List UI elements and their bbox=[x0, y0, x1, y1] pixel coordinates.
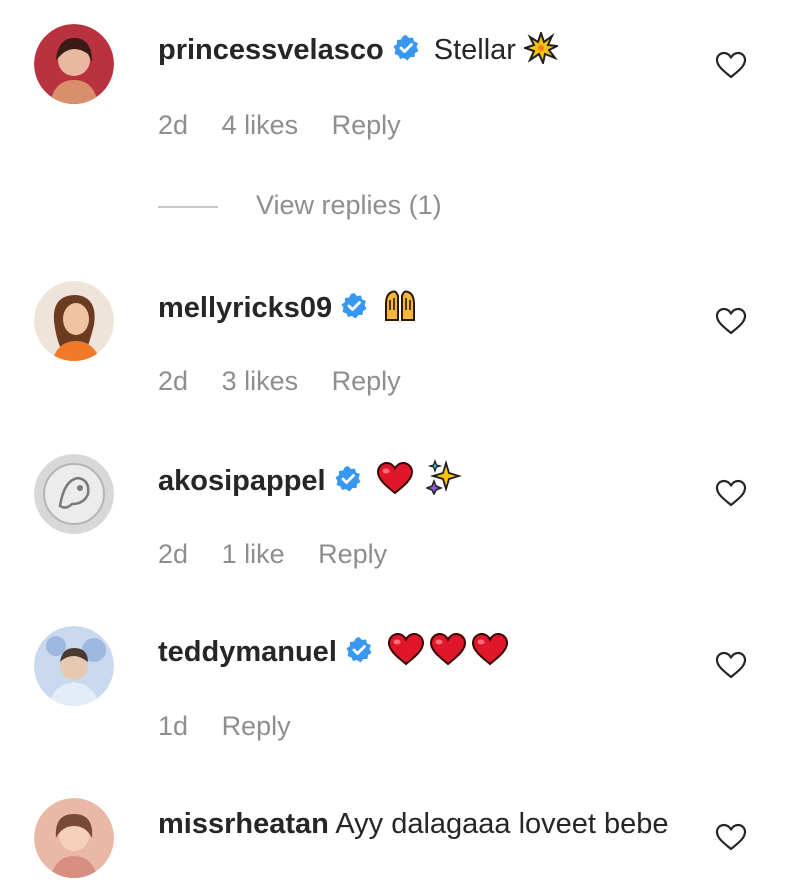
avatar[interactable] bbox=[34, 281, 114, 361]
username[interactable]: akosipappel bbox=[158, 465, 326, 497]
comment-time: 1d bbox=[158, 711, 189, 741]
replies-divider bbox=[158, 205, 218, 208]
comment-time: 2d bbox=[158, 366, 189, 396]
comment-time: 2d bbox=[158, 110, 189, 140]
comment-text: Stellar bbox=[433, 34, 516, 66]
like-count[interactable]: 1 like bbox=[222, 539, 285, 569]
like-count[interactable]: 3 likes bbox=[222, 366, 299, 396]
view-replies-label: View replies (1) bbox=[256, 190, 442, 220]
red-heart-emoji-icon bbox=[429, 632, 467, 666]
verified-badge-icon bbox=[340, 292, 368, 320]
username[interactable]: missrheatan bbox=[158, 808, 329, 840]
comment-time: 2d bbox=[158, 539, 189, 569]
like-heart-icon[interactable] bbox=[714, 306, 748, 336]
comment-text: Ayy dalagaaa loveet bebe bbox=[335, 808, 669, 840]
like-heart-icon[interactable] bbox=[714, 650, 748, 680]
like-heart-icon[interactable] bbox=[714, 50, 748, 80]
red-heart-emoji-icon bbox=[387, 632, 425, 666]
reply-button[interactable]: Reply bbox=[222, 711, 291, 741]
verified-badge-icon bbox=[345, 636, 373, 664]
like-heart-icon[interactable] bbox=[714, 822, 748, 852]
like-count[interactable]: 4 likes bbox=[222, 110, 299, 140]
verified-badge-icon bbox=[334, 465, 362, 493]
username[interactable]: princessvelasco bbox=[158, 34, 384, 66]
reply-button[interactable]: Reply bbox=[318, 539, 387, 569]
avatar[interactable] bbox=[34, 24, 114, 104]
avatar[interactable] bbox=[34, 454, 114, 534]
reply-button[interactable]: Reply bbox=[332, 366, 401, 396]
avatar[interactable] bbox=[34, 798, 114, 878]
red-heart-emoji-icon bbox=[471, 632, 509, 666]
reply-button[interactable]: Reply bbox=[332, 110, 401, 140]
avatar[interactable] bbox=[34, 626, 114, 706]
sparkles-emoji-icon bbox=[425, 459, 462, 495]
view-replies-button[interactable]: View replies (1) bbox=[158, 190, 442, 221]
verified-badge-icon bbox=[392, 34, 420, 62]
raising-hands-emoji-icon bbox=[382, 286, 418, 322]
like-heart-icon[interactable] bbox=[714, 478, 748, 508]
username[interactable]: teddymanuel bbox=[158, 636, 337, 668]
collision-emoji-icon bbox=[524, 32, 559, 64]
username[interactable]: mellyricks09 bbox=[158, 292, 332, 324]
red-heart-emoji-icon bbox=[376, 461, 414, 495]
